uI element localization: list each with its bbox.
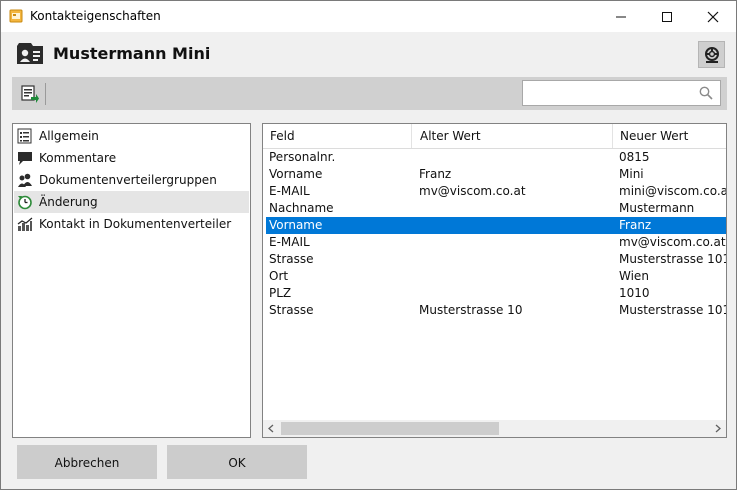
window-title: Kontakteigenschaften bbox=[30, 9, 161, 23]
maximize-button[interactable] bbox=[644, 1, 690, 32]
contact-name: Mustermann Mini bbox=[53, 44, 211, 63]
cell-neuer-wert: Franz bbox=[619, 218, 652, 232]
table-row[interactable]: Strasse Musterstrasse 101 bbox=[266, 251, 726, 268]
contact-header: Mustermann Mini bbox=[1, 32, 736, 77]
scroll-thumb[interactable] bbox=[281, 422, 499, 435]
grid-header: Feld Alter Wert Neuer Wert bbox=[263, 124, 726, 149]
cell-alter-wert: Musterstrasse 10 bbox=[419, 303, 523, 317]
column-separator[interactable] bbox=[612, 124, 613, 148]
table-row[interactable]: Personalnr. 0815 bbox=[266, 149, 726, 166]
help-button[interactable] bbox=[698, 41, 725, 68]
comment-icon bbox=[18, 152, 32, 165]
nav-item-allgemein[interactable]: Allgemein bbox=[14, 125, 249, 147]
cell-neuer-wert: 1010 bbox=[619, 286, 650, 300]
nav-item-label: Kontakt in Dokumentenverteiler bbox=[39, 217, 232, 231]
close-button[interactable] bbox=[690, 1, 736, 32]
changes-grid: Feld Alter Wert Neuer Wert Personalnr. 0… bbox=[262, 123, 727, 438]
column-header-alter-wert[interactable]: Alter Wert bbox=[420, 124, 481, 148]
navigation-panel: Allgemein Kommentare Dokumentenverteiler… bbox=[12, 123, 251, 438]
column-header-feld[interactable]: Feld bbox=[270, 124, 295, 148]
nav-item-label: Allgemein bbox=[39, 129, 99, 143]
app-icon bbox=[9, 9, 23, 23]
history-clock-icon bbox=[18, 195, 32, 210]
cell-feld: Strasse bbox=[269, 303, 314, 317]
cancel-button[interactable]: Abbrechen bbox=[17, 445, 157, 479]
cell-neuer-wert: 0815 bbox=[619, 150, 650, 164]
cell-alter-wert: mv@viscom.co.at bbox=[419, 184, 526, 198]
cell-feld: Vorname bbox=[269, 218, 323, 232]
table-row[interactable]: Nachname Mustermann bbox=[266, 200, 726, 217]
cell-neuer-wert: Musterstrasse 101 bbox=[619, 252, 726, 266]
cell-feld: E-MAIL bbox=[269, 184, 310, 198]
column-header-neuer-wert[interactable]: Neuer Wert bbox=[620, 124, 688, 148]
table-row[interactable]: Vorname Franz Mini bbox=[266, 166, 726, 183]
general-list-icon bbox=[17, 128, 32, 144]
cell-neuer-wert: Wien bbox=[619, 269, 649, 283]
cell-alter-wert: Franz bbox=[419, 167, 452, 181]
search-icon bbox=[699, 86, 713, 100]
cell-neuer-wert: mv@viscom.co.at bbox=[619, 235, 726, 249]
table-row[interactable]: PLZ 1010 bbox=[266, 285, 726, 302]
chart-icon bbox=[17, 217, 33, 231]
chevron-left-icon bbox=[268, 424, 274, 433]
cell-feld: Ort bbox=[269, 269, 289, 283]
minimize-icon bbox=[616, 16, 626, 18]
chevron-right-icon bbox=[715, 424, 721, 433]
search-input[interactable] bbox=[525, 83, 699, 103]
nav-item-kontakt-in-dokumentenverteiler[interactable]: Kontakt in Dokumentenverteiler bbox=[14, 213, 249, 235]
close-icon bbox=[707, 11, 719, 23]
users-group-icon bbox=[18, 173, 32, 187]
table-row[interactable]: Ort Wien bbox=[266, 268, 726, 285]
cell-feld: Personalnr. bbox=[269, 150, 336, 164]
table-row[interactable]: E-MAIL mv@viscom.co.at bbox=[266, 234, 726, 251]
table-row-selected[interactable]: Vorname Franz bbox=[266, 217, 726, 234]
cell-neuer-wert: Mini bbox=[619, 167, 644, 181]
title-bar: Kontakteigenschaften bbox=[1, 1, 736, 32]
nav-item-label: Änderung bbox=[39, 195, 98, 209]
search-box[interactable] bbox=[522, 80, 721, 106]
maximize-icon bbox=[662, 12, 672, 22]
ok-button[interactable]: OK bbox=[167, 445, 307, 479]
nav-item-kommentare[interactable]: Kommentare bbox=[14, 147, 249, 169]
export-button[interactable] bbox=[17, 82, 41, 106]
cell-feld: Strasse bbox=[269, 252, 314, 266]
cell-neuer-wert: Musterstrasse 101 bbox=[619, 303, 726, 317]
cell-feld: Nachname bbox=[269, 201, 334, 215]
scroll-right-button[interactable] bbox=[709, 420, 726, 437]
column-separator[interactable] bbox=[411, 124, 412, 148]
nav-item-label: Dokumentenverteilergruppen bbox=[39, 173, 217, 187]
table-row[interactable]: E-MAIL mv@viscom.co.at mini@viscom.co.at bbox=[266, 183, 726, 200]
table-row[interactable]: Strasse Musterstrasse 10 Musterstrasse 1… bbox=[266, 302, 726, 319]
export-excel-icon bbox=[21, 85, 39, 103]
contact-properties-window: Kontakteigenschaften Mustermann Mini All… bbox=[0, 0, 737, 490]
nav-item-label: Kommentare bbox=[39, 151, 117, 165]
cell-feld: Vorname bbox=[269, 167, 323, 181]
toolbar-separator bbox=[45, 83, 46, 105]
toolbar bbox=[12, 77, 727, 110]
nav-item-aenderung[interactable]: Änderung bbox=[14, 191, 249, 213]
nav-item-dokumentenverteilergruppen[interactable]: Dokumentenverteilergruppen bbox=[14, 169, 249, 191]
lifebuoy-icon bbox=[705, 47, 719, 63]
horizontal-scrollbar[interactable] bbox=[263, 420, 726, 437]
cell-neuer-wert: mini@viscom.co.at bbox=[619, 184, 726, 198]
scroll-left-button[interactable] bbox=[263, 420, 280, 437]
contact-card-icon bbox=[17, 43, 43, 64]
cell-neuer-wert: Mustermann bbox=[619, 201, 695, 215]
minimize-button[interactable] bbox=[598, 1, 644, 32]
cell-feld: PLZ bbox=[269, 286, 292, 300]
cell-feld: E-MAIL bbox=[269, 235, 310, 249]
